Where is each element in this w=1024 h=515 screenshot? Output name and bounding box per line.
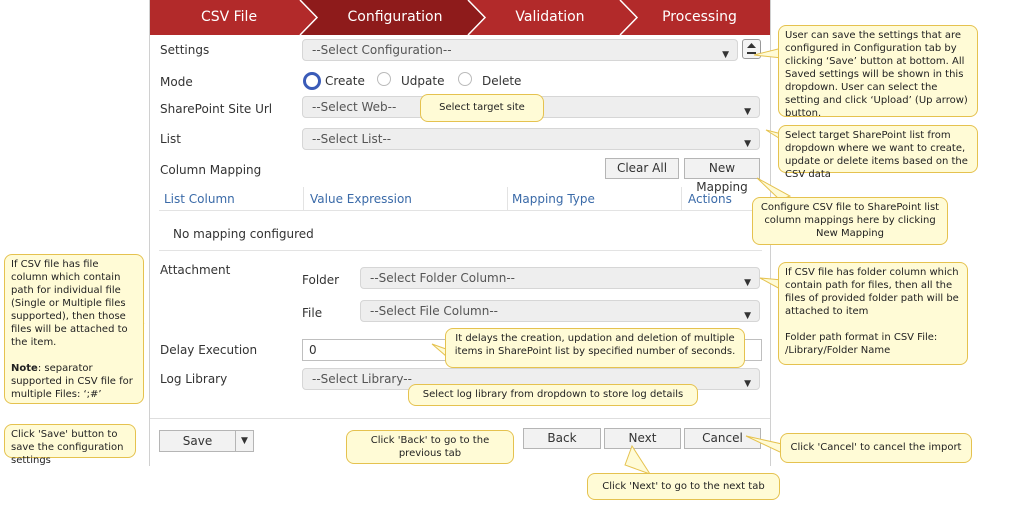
settings-label: Settings bbox=[160, 43, 210, 57]
chevron-down-icon: ▼ bbox=[744, 107, 751, 117]
log-library-label: Log Library bbox=[160, 372, 228, 386]
folder-column-value: --Select Folder Column-- bbox=[370, 271, 516, 285]
log-library-value: --Select Library-- bbox=[312, 372, 412, 386]
callout-file-text: If CSV file has file column which contai… bbox=[11, 259, 128, 348]
chevron-down-icon: ▼ bbox=[744, 311, 751, 321]
list-label: List bbox=[160, 132, 181, 146]
header-actions: Actions bbox=[688, 192, 732, 206]
save-dropdown-button[interactable]: ▼ bbox=[235, 430, 254, 452]
column-mapping-label: Column Mapping bbox=[160, 163, 262, 177]
callout-folder-text: If CSV file has folder column which cont… bbox=[785, 267, 959, 317]
mode-label: Mode bbox=[160, 75, 193, 89]
mode-create-radio[interactable] bbox=[303, 72, 321, 90]
chevron-down-icon: ▼ bbox=[722, 50, 729, 60]
delay-execution-label: Delay Execution bbox=[160, 343, 258, 357]
next-button[interactable]: Next bbox=[604, 428, 681, 449]
attachment-label: Attachment bbox=[160, 263, 231, 277]
callout-next: Click 'Next' to go to the next tab bbox=[587, 473, 780, 500]
tab-csv-file[interactable]: CSV File bbox=[150, 0, 308, 35]
clear-all-button[interactable]: Clear All bbox=[605, 158, 679, 179]
callout-mapping: Configure CSV file to SharePoint list co… bbox=[752, 197, 948, 245]
wizard-bar: CSV File Configuration Validation Proces… bbox=[150, 0, 770, 35]
no-mapping-text: No mapping configured bbox=[173, 227, 314, 241]
file-column-select[interactable]: --Select File Column-- ▼ bbox=[360, 300, 760, 322]
upload-button[interactable] bbox=[742, 39, 761, 59]
file-column-value: --Select File Column-- bbox=[370, 304, 499, 318]
mapping-table-header: List Column Value Expression Mapping Typ… bbox=[159, 187, 762, 211]
mode-update-label: Udpate bbox=[401, 74, 445, 88]
list-select[interactable]: --Select List-- ▼ bbox=[302, 128, 760, 150]
mode-update-radio[interactable] bbox=[377, 72, 391, 86]
mapping-table-body: No mapping configured bbox=[159, 211, 762, 251]
callout-site: Select target site bbox=[420, 94, 544, 122]
site-url-value: --Select Web-- bbox=[312, 100, 397, 114]
back-button[interactable]: Back bbox=[523, 428, 601, 449]
callout-folder-format: Folder path format in CSV File: /Library… bbox=[785, 332, 938, 356]
new-mapping-button[interactable]: New Mapping bbox=[684, 158, 760, 194]
cancel-button[interactable]: Cancel bbox=[684, 428, 761, 449]
tab-configuration[interactable]: Configuration bbox=[315, 0, 475, 35]
callout-log: Select log library from dropdown to stor… bbox=[408, 384, 698, 406]
callout-delay: It delays the creation, updation and del… bbox=[445, 328, 745, 368]
settings-select-value: --Select Configuration-- bbox=[312, 43, 452, 57]
header-value-expression: Value Expression bbox=[310, 192, 412, 206]
chevron-down-icon: ▼ bbox=[744, 379, 751, 389]
mode-delete-radio[interactable] bbox=[458, 72, 472, 86]
folder-column-select[interactable]: --Select Folder Column-- ▼ bbox=[360, 267, 760, 289]
list-select-value: --Select List-- bbox=[312, 132, 392, 146]
file-label: File bbox=[302, 306, 323, 320]
callout-back: Click 'Back' to go to the previous tab bbox=[346, 430, 514, 464]
chevron-down-icon: ▼ bbox=[241, 436, 248, 446]
save-button[interactable]: Save bbox=[159, 430, 236, 452]
header-list-column: List Column bbox=[164, 192, 235, 206]
tab-processing[interactable]: Processing bbox=[627, 0, 772, 35]
callout-save: Click 'Save' button to save the configur… bbox=[4, 424, 136, 466]
callout-folder: If CSV file has folder column which cont… bbox=[778, 262, 968, 365]
chevron-down-icon: ▼ bbox=[744, 278, 751, 288]
footer-divider bbox=[150, 418, 770, 419]
callout-file: If CSV file has file column which contai… bbox=[4, 254, 144, 404]
callout-settings: User can save the settings that are conf… bbox=[778, 25, 978, 119]
chevron-down-icon: ▼ bbox=[744, 139, 751, 149]
tab-validation[interactable]: Validation bbox=[470, 0, 630, 35]
callout-cancel: Click 'Cancel' to cancel the import bbox=[780, 433, 972, 463]
mode-delete-label: Delete bbox=[482, 74, 522, 88]
callout-file-note-label: Note bbox=[11, 363, 38, 374]
header-mapping-type: Mapping Type bbox=[512, 192, 595, 206]
settings-select[interactable]: --Select Configuration-- ▼ bbox=[302, 39, 738, 61]
site-url-label: SharePoint Site Url bbox=[160, 102, 273, 116]
folder-label: Folder bbox=[302, 273, 340, 287]
mode-create-label: Create bbox=[325, 74, 365, 88]
upload-icon bbox=[747, 43, 756, 54]
callout-list: Select target SharePoint list from dropd… bbox=[778, 125, 978, 180]
